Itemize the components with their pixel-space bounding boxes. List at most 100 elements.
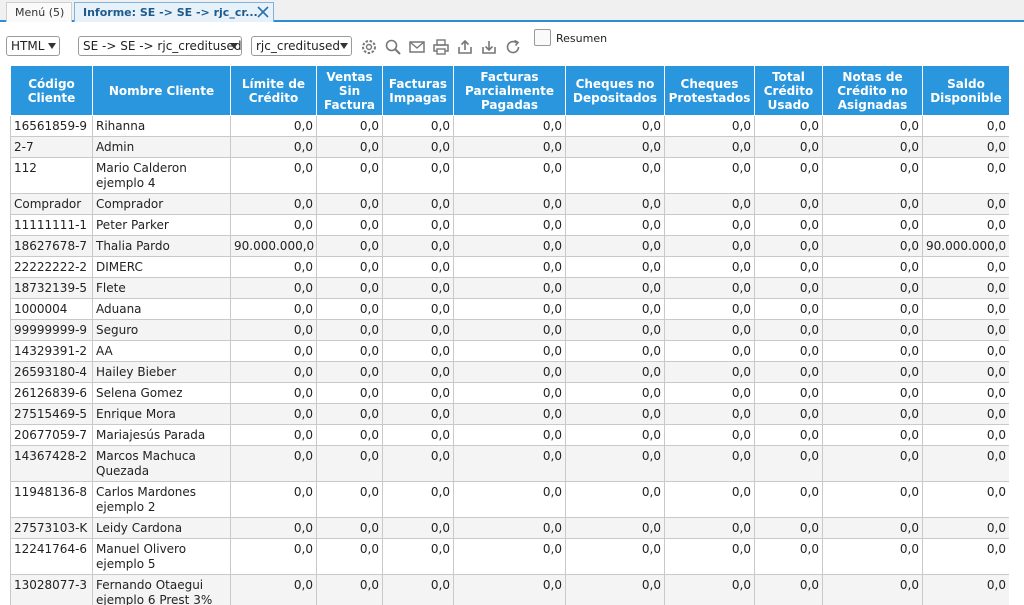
cell-cheques-no-depositados: 0,0 bbox=[565, 340, 665, 362]
cell-facturas-impagas: 0,0 bbox=[382, 403, 454, 425]
header-cheques-protestados[interactable]: Cheques Protestados bbox=[664, 65, 755, 116]
cell-notas-credito: 0,0 bbox=[822, 340, 923, 362]
report-table-container[interactable]: Código Cliente Nombre Cliente Límite de … bbox=[10, 65, 1009, 605]
cell-nombre: Selena Gomez bbox=[92, 382, 231, 404]
header-ventas-sin-factura[interactable]: Ventas Sin Factura bbox=[316, 65, 383, 116]
cell-saldo: 0,0 bbox=[922, 538, 1009, 575]
cell-notas-credito: 0,0 bbox=[822, 298, 923, 320]
cell-limite: 0,0 bbox=[230, 574, 317, 605]
cell-facturas-parciales: 0,0 bbox=[453, 340, 566, 362]
header-notas-credito-no-asignadas[interactable]: Notas de Crédito no Asignadas bbox=[822, 65, 923, 116]
cell-codigo: 14329391-2 bbox=[10, 340, 93, 362]
cell-notas-credito: 0,0 bbox=[822, 538, 923, 575]
view-select[interactable]: rjc_creditused bbox=[251, 36, 352, 56]
table-row: Comprador Comprador 0,0 0,0 0,0 0,0 0,0 0,0 0,0 0… bbox=[10, 193, 1009, 215]
header-facturas-parcialmente-pagadas[interactable]: Facturas Parcialmente Pagadas bbox=[453, 65, 566, 116]
tab-report[interactable]: Informe: SE -> SE -> rjc_cr... bbox=[74, 2, 274, 22]
report-path-select[interactable]: SE -> SE -> rjc_creditused bbox=[78, 36, 242, 56]
refresh-icon[interactable] bbox=[504, 38, 522, 56]
cell-codigo: 22222222-2 bbox=[10, 256, 93, 278]
cell-ventas: 0,0 bbox=[316, 298, 383, 320]
header-saldo-disponible[interactable]: Saldo Disponible bbox=[922, 65, 1009, 116]
cell-nombre: Flete bbox=[92, 277, 231, 299]
cell-cheques-protestados: 0,0 bbox=[664, 277, 755, 299]
cell-facturas-parciales: 0,0 bbox=[453, 115, 566, 137]
cell-codigo: 12241764-6 bbox=[10, 538, 93, 575]
cell-notas-credito: 0,0 bbox=[822, 517, 923, 539]
cell-total-credito: 0,0 bbox=[754, 115, 823, 137]
cell-cheques-no-depositados: 0,0 bbox=[565, 319, 665, 341]
cell-limite: 0,0 bbox=[230, 538, 317, 575]
tab-menu[interactable]: Menú (5) bbox=[6, 2, 72, 22]
export-icon[interactable] bbox=[456, 38, 474, 56]
header-cheques-no-depositados[interactable]: Cheques no Depositados bbox=[565, 65, 665, 116]
table-row: 99999999-9 Seguro 0,0 0,0 0,0 0,0 0,0 0,0 0,0 0,0… bbox=[10, 319, 1009, 341]
cell-total-credito: 0,0 bbox=[754, 445, 823, 482]
email-icon[interactable] bbox=[408, 38, 426, 56]
header-limite-credito[interactable]: Límite de Crédito bbox=[230, 65, 317, 116]
chevron-down-icon bbox=[340, 43, 348, 49]
cell-ventas: 0,0 bbox=[316, 574, 383, 605]
cell-nombre: Marcos Machuca Quezada bbox=[92, 445, 231, 482]
cell-ventas: 0,0 bbox=[316, 235, 383, 257]
cell-facturas-parciales: 0,0 bbox=[453, 517, 566, 539]
cell-facturas-impagas: 0,0 bbox=[382, 517, 454, 539]
cell-cheques-no-depositados: 0,0 bbox=[565, 256, 665, 278]
cell-total-credito: 0,0 bbox=[754, 157, 823, 194]
summary-checkbox[interactable] bbox=[534, 29, 551, 46]
cell-ventas: 0,0 bbox=[316, 517, 383, 539]
cell-total-credito: 0,0 bbox=[754, 517, 823, 539]
cell-limite: 0,0 bbox=[230, 424, 317, 446]
search-icon[interactable] bbox=[384, 38, 402, 56]
report-path-select-value: SE -> SE -> rjc_creditused bbox=[83, 39, 242, 53]
cell-cheques-no-depositados: 0,0 bbox=[565, 361, 665, 383]
cell-ventas: 0,0 bbox=[316, 403, 383, 425]
cell-notas-credito: 0,0 bbox=[822, 235, 923, 257]
cell-cheques-protestados: 0,0 bbox=[664, 538, 755, 575]
credit-report-table: Código Cliente Nombre Cliente Límite de … bbox=[10, 65, 1009, 605]
cell-saldo: 0,0 bbox=[922, 256, 1009, 278]
cell-codigo: 99999999-9 bbox=[10, 319, 93, 341]
cell-limite: 0,0 bbox=[230, 136, 317, 158]
gear-icon[interactable] bbox=[360, 38, 378, 56]
cell-facturas-parciales: 0,0 bbox=[453, 403, 566, 425]
format-select[interactable]: HTML bbox=[6, 36, 60, 56]
chevron-down-icon bbox=[230, 43, 238, 49]
table-row: 27515469-5 Enrique Mora 0,0 0,0 0,0 0,0 0,0 0,0… bbox=[10, 403, 1009, 425]
cell-facturas-parciales: 0,0 bbox=[453, 361, 566, 383]
cell-limite: 0,0 bbox=[230, 157, 317, 194]
cell-facturas-impagas: 0,0 bbox=[382, 538, 454, 575]
cell-facturas-parciales: 0,0 bbox=[453, 445, 566, 482]
format-select-value: HTML bbox=[11, 39, 45, 53]
cell-facturas-parciales: 0,0 bbox=[453, 481, 566, 518]
table-row: 18627678-7 Thalia Pardo 90.000.000,0 0,0 0,0… bbox=[10, 235, 1009, 257]
cell-cheques-no-depositados: 0,0 bbox=[565, 235, 665, 257]
cell-ventas: 0,0 bbox=[316, 445, 383, 482]
close-icon[interactable] bbox=[256, 5, 270, 19]
cell-saldo: 0,0 bbox=[922, 481, 1009, 518]
cell-notas-credito: 0,0 bbox=[822, 424, 923, 446]
cell-facturas-parciales: 0,0 bbox=[453, 424, 566, 446]
cell-facturas-impagas: 0,0 bbox=[382, 193, 454, 215]
cell-cheques-protestados: 0,0 bbox=[664, 136, 755, 158]
cell-facturas-impagas: 0,0 bbox=[382, 319, 454, 341]
header-codigo-cliente[interactable]: Código Cliente bbox=[10, 65, 93, 116]
cell-notas-credito: 0,0 bbox=[822, 157, 923, 194]
print-icon[interactable] bbox=[432, 38, 450, 56]
header-facturas-impagas[interactable]: Facturas Impagas bbox=[382, 65, 454, 116]
cell-saldo: 0,0 bbox=[922, 115, 1009, 137]
table-row: 16561859-9 Rihanna 0,0 0,0 0,0 0,0 0,0 0,0 0,0 0,… bbox=[10, 115, 1009, 137]
table-row: 27573103-K Leidy Cardona 0,0 0,0 0,0 0,0 0,0 0,… bbox=[10, 517, 1009, 539]
cell-nombre: Seguro bbox=[92, 319, 231, 341]
download-icon[interactable] bbox=[480, 38, 498, 56]
cell-codigo: 27573103-K bbox=[10, 517, 93, 539]
header-total-credito-usado[interactable]: Total Crédito Usado bbox=[754, 65, 823, 116]
cell-nombre: Enrique Mora bbox=[92, 403, 231, 425]
header-nombre-cliente[interactable]: Nombre Cliente bbox=[92, 65, 231, 116]
cell-ventas: 0,0 bbox=[316, 538, 383, 575]
table-row: 13028077-3 Fernando Otaegui ejemplo 6 Pre… bbox=[10, 574, 1009, 605]
cell-cheques-no-depositados: 0,0 bbox=[565, 403, 665, 425]
cell-notas-credito: 0,0 bbox=[822, 256, 923, 278]
cell-facturas-parciales: 0,0 bbox=[453, 298, 566, 320]
cell-cheques-protestados: 0,0 bbox=[664, 298, 755, 320]
